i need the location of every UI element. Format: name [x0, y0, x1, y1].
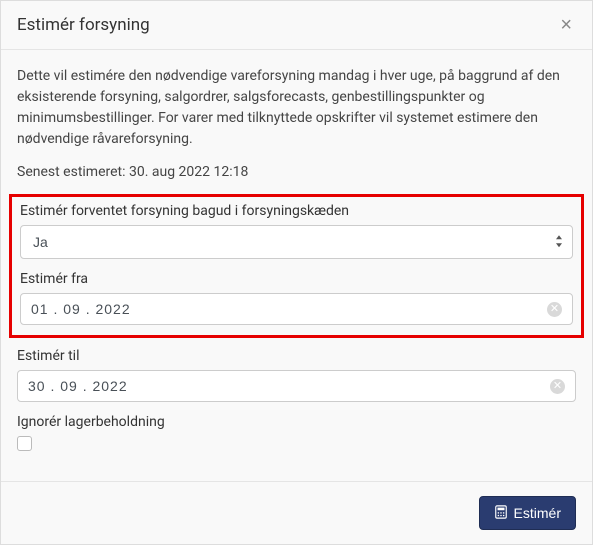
close-button[interactable]: ×: [556, 15, 576, 35]
to-clear-button[interactable]: ✕: [550, 379, 565, 394]
to-date-wrap[interactable]: ✕: [17, 370, 576, 402]
ignore-stock-checkbox[interactable]: [17, 436, 32, 451]
modal-footer: Estimér: [1, 481, 592, 544]
backward-select-wrap: Ja: [20, 225, 573, 259]
modal-title: Estimér forsyning: [17, 15, 150, 35]
from-date-input[interactable]: [31, 301, 547, 317]
field-ignore-stock: Ignorér lagerbeholdning: [17, 414, 576, 451]
from-clear-button[interactable]: ✕: [547, 302, 562, 317]
field-backward: Estimér forventet forsyning bagud i fors…: [20, 203, 573, 259]
field-to: Estimér til ✕: [17, 348, 576, 402]
backward-label: Estimér forventet forsyning bagud i fors…: [20, 203, 573, 219]
field-from: Estimér fra ✕: [20, 271, 573, 325]
estimate-button-label: Estimér: [514, 505, 561, 521]
estimate-supply-modal: Estimér forsyning × Dette vil estimére d…: [0, 0, 593, 545]
calculator-icon: [494, 505, 508, 521]
description-text: Dette vil estimére den nødvendige varefo…: [17, 66, 576, 150]
modal-body: Dette vil estimére den nødvendige varefo…: [1, 50, 592, 544]
backward-select[interactable]: Ja: [20, 225, 573, 259]
last-estimated-text: Senest estimeret: 30. aug 2022 12:18: [17, 164, 576, 180]
from-label: Estimér fra: [20, 271, 573, 287]
from-date-wrap[interactable]: ✕: [20, 293, 573, 325]
estimate-button[interactable]: Estimér: [479, 496, 576, 530]
highlighted-section: Estimér forventet forsyning bagud i fors…: [9, 194, 584, 338]
ignore-stock-label: Ignorér lagerbeholdning: [17, 414, 576, 430]
close-icon: ✕: [553, 381, 562, 392]
modal-header: Estimér forsyning ×: [1, 1, 592, 50]
close-icon: ✕: [550, 304, 559, 315]
to-label: Estimér til: [17, 348, 576, 364]
to-date-input[interactable]: [28, 378, 550, 394]
